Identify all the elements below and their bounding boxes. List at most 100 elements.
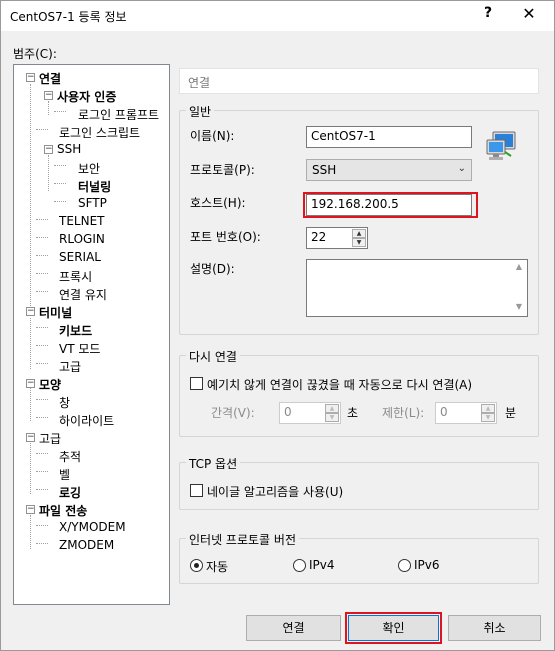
tree-item-file-transfer[interactable]: 파일 전송 — [39, 502, 87, 519]
tree-item-sftp[interactable]: SFTP — [78, 196, 107, 210]
ipv4-radio[interactable] — [293, 559, 306, 572]
tree-item-keepalive[interactable]: 연결 유지 — [59, 286, 107, 303]
scroll-down-icon[interactable]: ▼ — [513, 302, 525, 314]
chevron-down-icon: ⌄ — [457, 163, 466, 174]
ok-highlight-box — [345, 612, 442, 644]
tree-item-highlight[interactable]: 하이라이트 — [59, 412, 114, 429]
tree-connector — [48, 155, 49, 191]
spin-down-icon[interactable]: ▼ — [325, 413, 339, 422]
category-label: 범주(C): — [13, 47, 57, 61]
cancel-button[interactable]: 취소 — [448, 615, 541, 641]
collapse-icon[interactable]: − — [26, 505, 35, 514]
limit-spinner[interactable]: ▲ ▼ — [481, 404, 495, 422]
tree-connector — [36, 255, 48, 256]
collapse-icon[interactable]: − — [26, 73, 35, 82]
tree-item-telnet[interactable]: TELNET — [59, 214, 105, 228]
spin-up-icon[interactable]: ▲ — [481, 404, 495, 413]
collapse-icon[interactable]: − — [44, 145, 53, 154]
general-group-title: 일반 — [186, 103, 215, 120]
tree-item-user-auth[interactable]: 사용자 인증 — [57, 88, 116, 105]
connect-button[interactable]: 연결 — [246, 615, 341, 641]
tree-item-login-script[interactable]: 로그인 스크립트 — [59, 124, 140, 141]
interval-spinner[interactable]: ▲ ▼ — [325, 404, 339, 422]
tree-connector — [36, 327, 48, 328]
tree-connector — [36, 471, 48, 472]
tree-item-vt-mode[interactable]: VT 모드 — [59, 340, 100, 357]
ipv6-radio[interactable] — [398, 559, 411, 572]
collapse-icon[interactable]: − — [44, 91, 53, 100]
help-button[interactable]: ? — [481, 5, 495, 21]
ipv6-label[interactable]: IPv6 — [414, 558, 440, 572]
tree-item-xymodem[interactable]: X/YMODEM — [59, 520, 126, 534]
collapse-icon[interactable]: − — [26, 307, 35, 316]
spin-up-icon[interactable]: ▲ — [352, 229, 366, 238]
tree-connector — [36, 543, 48, 544]
auto-reconnect-checkbox[interactable] — [190, 377, 203, 390]
reconnect-group: 다시 연결 — [179, 348, 539, 437]
tree-item-terminal[interactable]: 터미널 — [39, 304, 72, 321]
scroll-up-icon[interactable]: ▲ — [513, 262, 525, 274]
ip-version-title: 인터넷 프로토콜 버전 — [186, 531, 299, 548]
tree-connector — [36, 489, 48, 490]
tree-item-tunneling[interactable]: 터널링 — [78, 178, 111, 195]
tree-item-login-prompt[interactable]: 로그인 프롬프트 — [78, 106, 159, 123]
ip-version-group: 인터넷 프로토콜 버전 — [179, 531, 539, 584]
tree-item-serial[interactable]: SERIAL — [59, 250, 101, 264]
page-title: 연결 — [188, 76, 211, 90]
tree-item-connection[interactable]: 연결 — [39, 70, 61, 87]
tree-connector — [54, 165, 66, 166]
title-bar: CentOS7-1 등록 정보 ? ✕ — [1, 1, 554, 31]
interval-unit: 초 — [347, 406, 359, 420]
tree-item-bell[interactable]: 벨 — [59, 466, 70, 483]
port-spinner[interactable]: ▲ ▼ — [352, 229, 366, 247]
protocol-select[interactable]: SSH ⌄ — [306, 159, 472, 181]
spin-down-icon[interactable]: ▼ — [352, 238, 366, 247]
category-tree[interactable]: − − − − − − − 연결 사용자 인증 로그인 프롬프트 로그인 스크립… — [13, 64, 170, 605]
tree-connector — [36, 363, 48, 364]
limit-value: 0 — [440, 405, 448, 419]
auto-reconnect-label[interactable]: 예기치 않게 연결이 끊겼을 때 자동으로 다시 연결(A) — [207, 376, 472, 393]
port-value: 22 — [311, 230, 327, 244]
tree-item-trace[interactable]: 추적 — [59, 448, 81, 465]
tree-item-ssh[interactable]: SSH — [57, 142, 81, 156]
tree-item-advanced-root[interactable]: 고급 — [39, 430, 61, 447]
tree-connector — [30, 388, 31, 421]
tree-item-appearance[interactable]: 모양 — [39, 376, 61, 393]
tree-item-keyboard[interactable]: 키보드 — [59, 322, 92, 339]
tree-item-rlogin[interactable]: RLOGIN — [59, 232, 105, 246]
page-header: 연결 — [179, 68, 539, 94]
collapse-icon[interactable]: − — [26, 379, 35, 388]
ip-auto-radio[interactable] — [190, 559, 203, 572]
spin-down-icon[interactable]: ▼ — [481, 413, 495, 422]
name-label: 이름(N): — [190, 129, 235, 143]
tree-item-window[interactable]: 창 — [59, 394, 70, 411]
nagle-checkbox[interactable] — [190, 484, 203, 497]
ipv4-label[interactable]: IPv4 — [309, 558, 335, 572]
interval-label: 간격(V): — [211, 406, 255, 420]
port-label: 포트 번호(O): — [190, 230, 261, 244]
spin-up-icon[interactable]: ▲ — [325, 404, 339, 413]
host-label: 호스트(H): — [190, 196, 246, 210]
tree-item-zmodem[interactable]: ZMODEM — [59, 538, 114, 552]
interval-input[interactable]: 0 ▲ ▼ — [279, 402, 341, 424]
tcp-options-title: TCP 옵션 — [186, 455, 241, 472]
tree-connector — [30, 318, 31, 369]
tree-connector — [30, 515, 31, 549]
ip-auto-label[interactable]: 자동 — [206, 558, 228, 575]
tree-connector — [36, 219, 48, 220]
tree-item-logging[interactable]: 로깅 — [59, 484, 81, 501]
nagle-label[interactable]: 네이글 알고리즘을 사용(U) — [207, 483, 343, 500]
tree-connector — [30, 84, 31, 308]
description-textarea[interactable]: ▲ ▼ — [306, 259, 528, 317]
tree-item-security[interactable]: 보안 — [78, 160, 100, 177]
collapse-icon[interactable]: − — [26, 433, 35, 442]
close-button[interactable]: ✕ — [519, 4, 539, 23]
port-input[interactable]: 22 ▲ ▼ — [306, 227, 368, 249]
name-input[interactable]: CentOS7-1 — [306, 126, 472, 148]
limit-unit: 분 — [505, 406, 517, 420]
tree-item-advanced[interactable]: 고급 — [59, 358, 81, 375]
tree-connector — [36, 129, 48, 130]
limit-input[interactable]: 0 ▲ ▼ — [435, 402, 497, 424]
computer-network-icon — [486, 131, 516, 160]
tree-item-proxy[interactable]: 프록시 — [59, 268, 92, 285]
